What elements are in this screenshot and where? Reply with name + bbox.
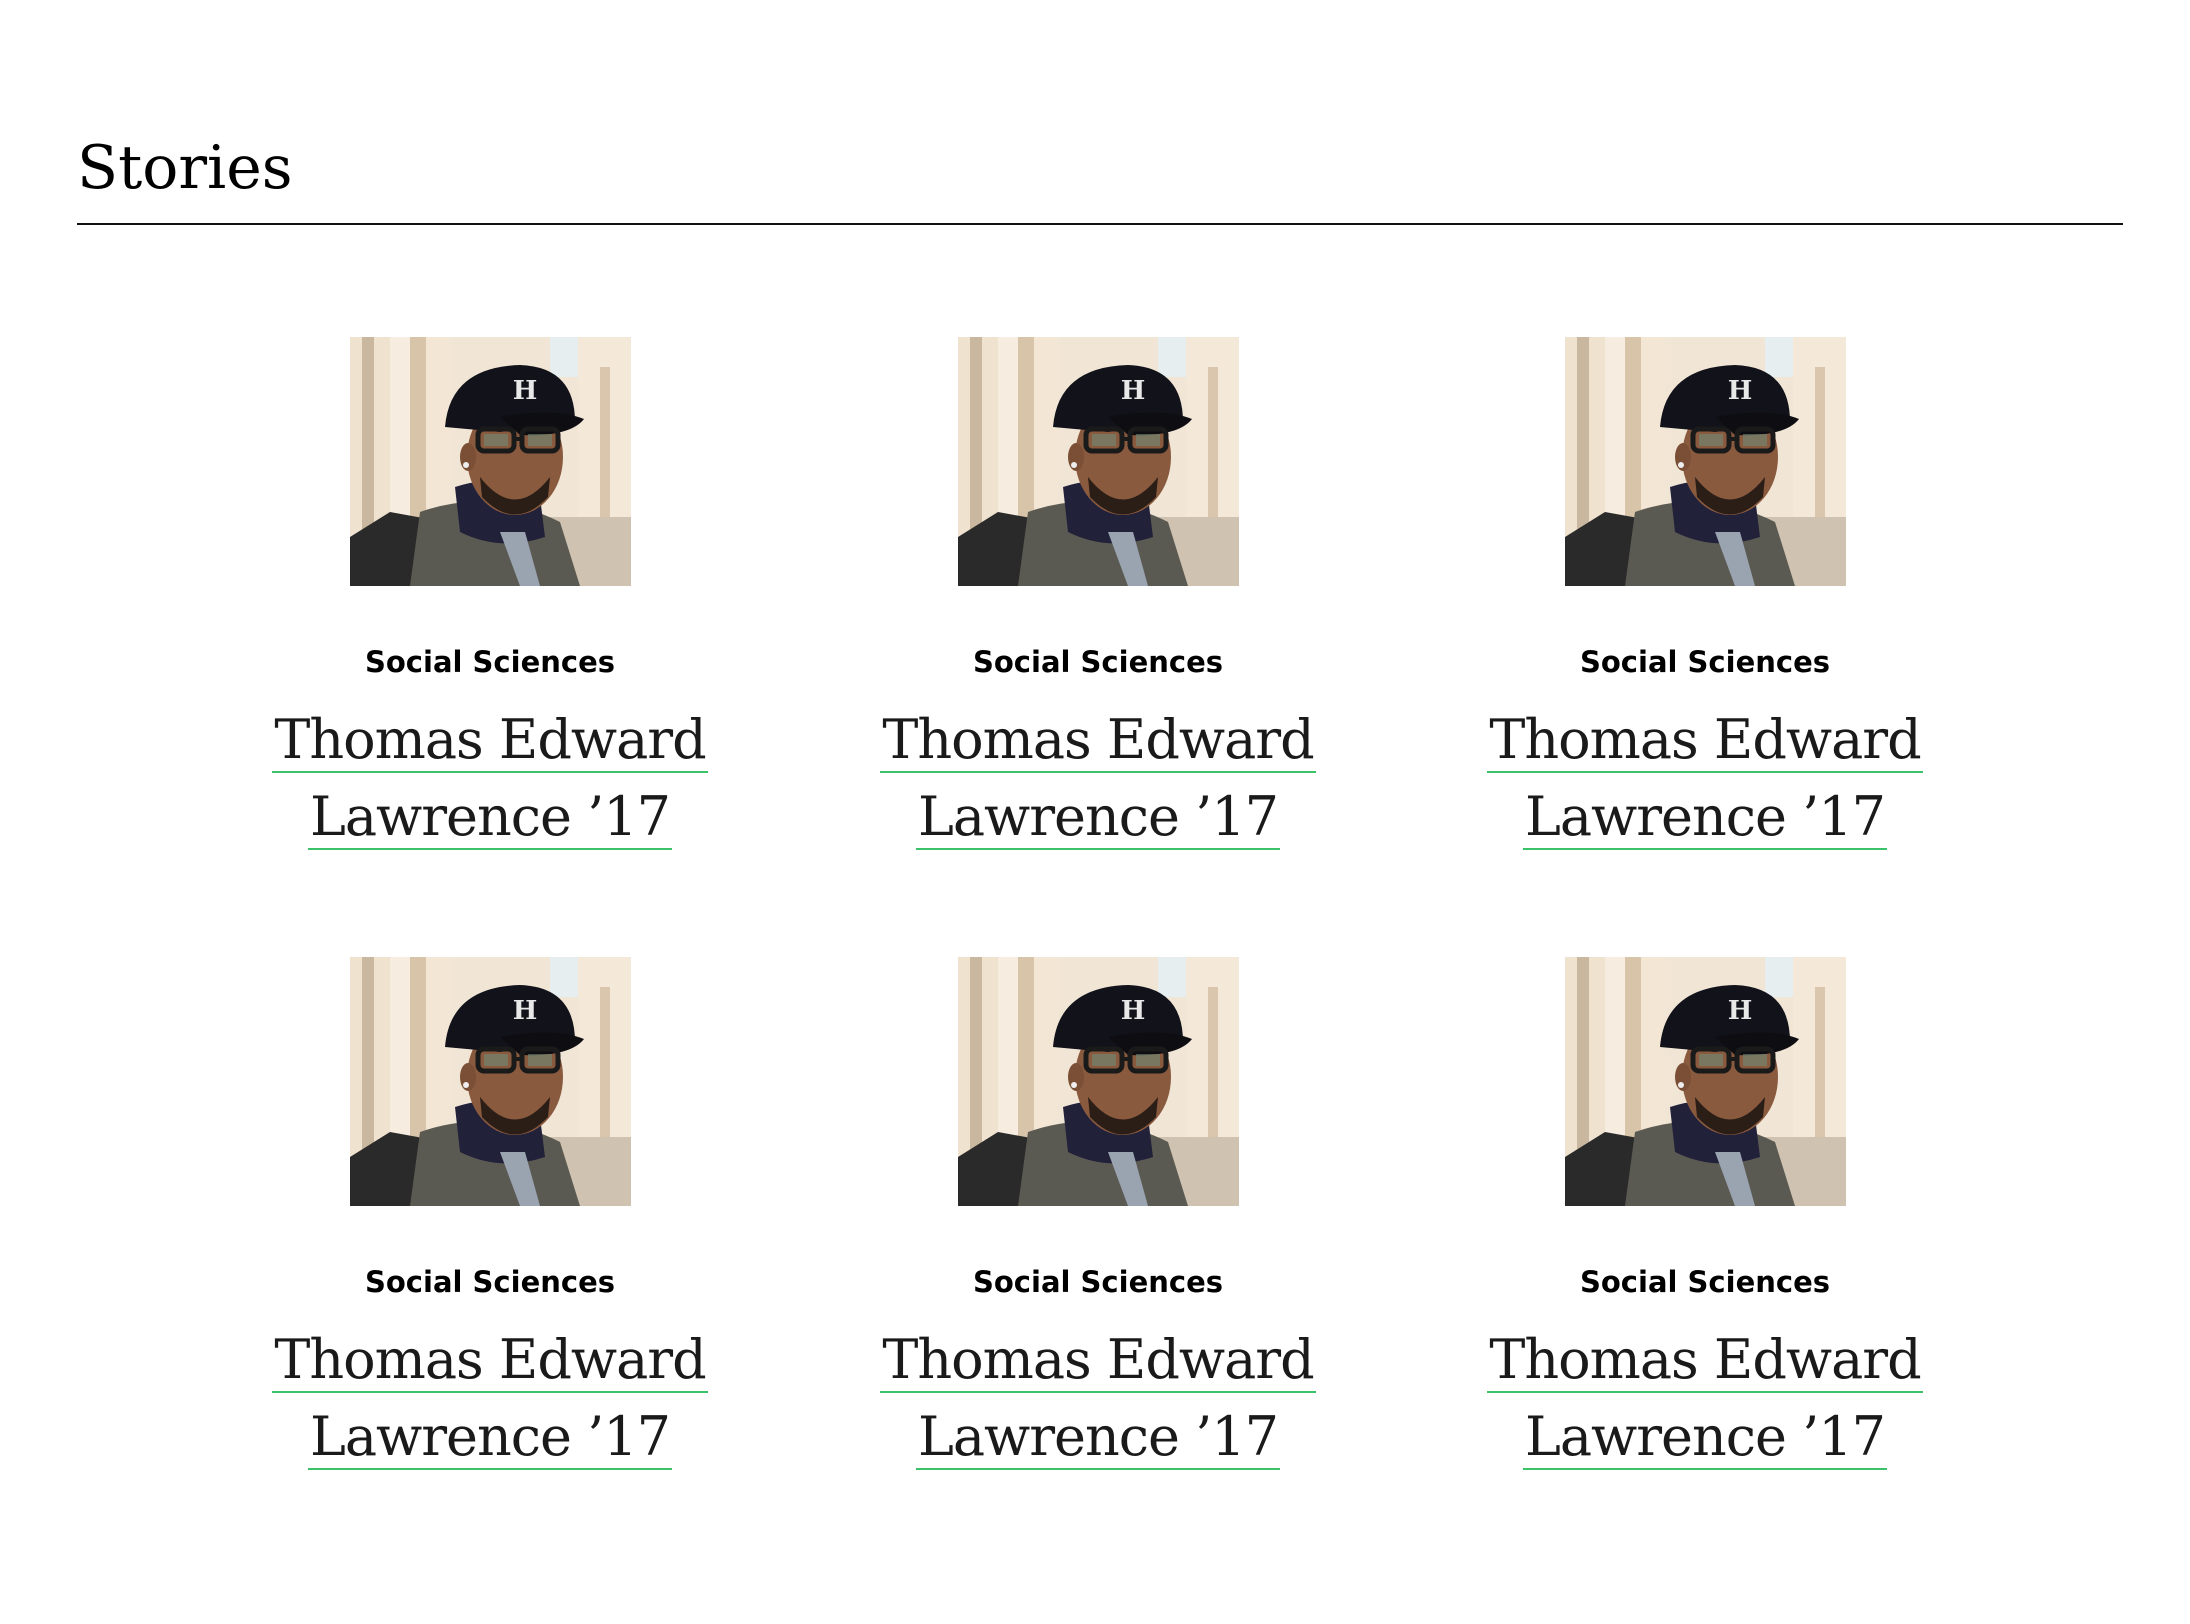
story-name-line-1: Thomas Edward <box>272 1328 708 1393</box>
portrait-photo <box>1565 337 1846 586</box>
story-name-line-1: Thomas Edward <box>1487 1328 1923 1393</box>
stories-grid: Social Sciences Thomas Edward Lawrence ’… <box>0 0 2190 1624</box>
story-name-link[interactable]: Thomas Edward Lawrence ’17 <box>1425 704 1985 853</box>
story-photo[interactable] <box>958 337 1239 586</box>
story-photo[interactable] <box>958 957 1239 1206</box>
story-photo[interactable] <box>350 957 631 1206</box>
story-category: Social Sciences <box>1580 1265 1830 1299</box>
story-photo[interactable] <box>1565 957 1846 1206</box>
story-name-link[interactable]: Thomas Edward Lawrence ’17 <box>210 704 770 853</box>
story-name-line-1: Thomas Edward <box>880 708 1316 773</box>
portrait-photo <box>958 337 1239 586</box>
story-name-link[interactable]: Thomas Edward Lawrence ’17 <box>818 1324 1378 1473</box>
story-name-line-2: Lawrence ’17 <box>915 1405 1281 1470</box>
story-photo[interactable] <box>350 337 631 586</box>
story-name-line-2: Lawrence ’17 <box>1522 1405 1888 1470</box>
portrait-photo <box>1565 957 1846 1206</box>
portrait-photo <box>350 957 631 1206</box>
story-name-line-2: Lawrence ’17 <box>307 785 673 850</box>
story-name-line-2: Lawrence ’17 <box>1522 785 1888 850</box>
story-category: Social Sciences <box>973 645 1223 679</box>
story-category: Social Sciences <box>973 1265 1223 1299</box>
story-name-link[interactable]: Thomas Edward Lawrence ’17 <box>1425 1324 1985 1473</box>
portrait-photo <box>958 957 1239 1206</box>
portrait-photo <box>350 337 631 586</box>
story-name-link[interactable]: Thomas Edward Lawrence ’17 <box>210 1324 770 1473</box>
story-name-line-1: Thomas Edward <box>880 1328 1316 1393</box>
story-name-link[interactable]: Thomas Edward Lawrence ’17 <box>818 704 1378 853</box>
story-name-line-1: Thomas Edward <box>1487 708 1923 773</box>
story-category: Social Sciences <box>1580 645 1830 679</box>
story-photo[interactable] <box>1565 337 1846 586</box>
story-category: Social Sciences <box>365 1265 615 1299</box>
story-name-line-2: Lawrence ’17 <box>915 785 1281 850</box>
story-name-line-1: Thomas Edward <box>272 708 708 773</box>
story-category: Social Sciences <box>365 645 615 679</box>
story-name-line-2: Lawrence ’17 <box>307 1405 673 1470</box>
